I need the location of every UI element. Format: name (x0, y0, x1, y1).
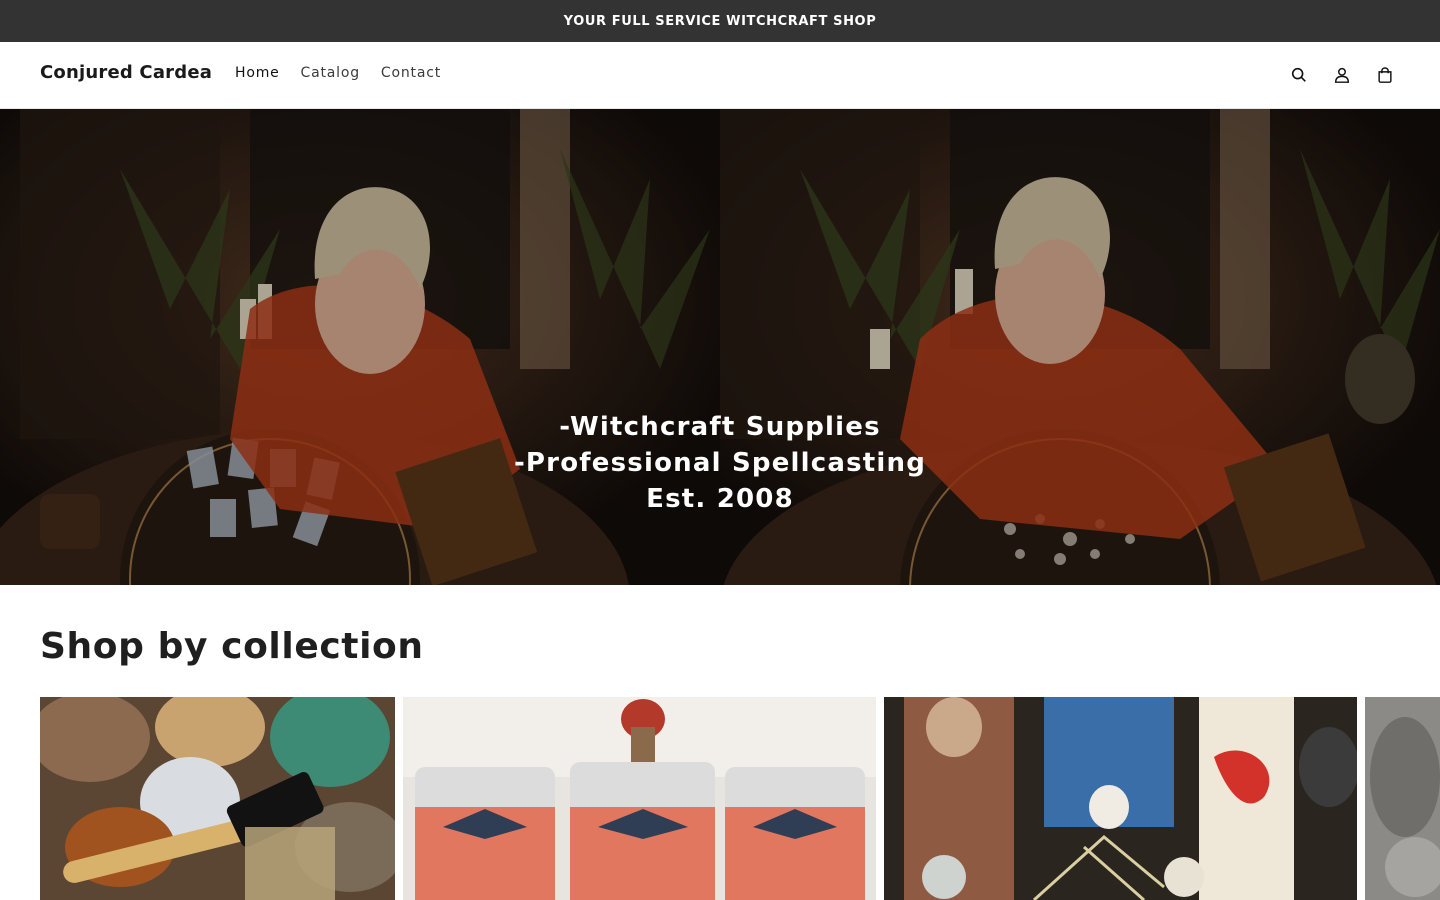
search-icon[interactable] (1288, 64, 1310, 86)
collection-card[interactable] (403, 697, 876, 900)
header-icons (1267, 64, 1396, 86)
hero-banner: -Witchcraft Supplies -Professional Spell… (0, 109, 1440, 585)
nav-item-contact[interactable]: Contact (381, 65, 441, 81)
collection-image (403, 697, 876, 900)
main-nav: Home Catalog Contact (235, 65, 462, 81)
hero-line: -Witchcraft Supplies (559, 412, 881, 442)
collection-image (1365, 697, 1440, 900)
announcement-text: YOUR FULL SERVICE WITCHCRAFT SHOP (563, 13, 877, 29)
collections-heading: Shop by collection (40, 626, 424, 667)
collection-image (884, 697, 1357, 900)
hero-line: Est. 2008 (646, 484, 794, 514)
site-header: Conjured Cardea Home Catalog Contact (0, 42, 1440, 109)
hero-heading: -Witchcraft Supplies -Professional Spell… (0, 409, 1440, 517)
collection-image (40, 697, 395, 900)
store-logo[interactable]: Conjured Cardea (40, 62, 212, 83)
nav-item-catalog[interactable]: Catalog (301, 65, 360, 81)
collection-card[interactable] (884, 697, 1357, 900)
announcement-bar: YOUR FULL SERVICE WITCHCRAFT SHOP (0, 0, 1440, 42)
hero-line: -Professional Spellcasting (513, 448, 927, 478)
collection-card[interactable] (40, 697, 395, 900)
nav-item-home[interactable]: Home (235, 65, 280, 81)
cart-icon[interactable] (1374, 64, 1396, 86)
collection-card[interactable] (1365, 697, 1440, 900)
account-icon[interactable] (1331, 64, 1353, 86)
